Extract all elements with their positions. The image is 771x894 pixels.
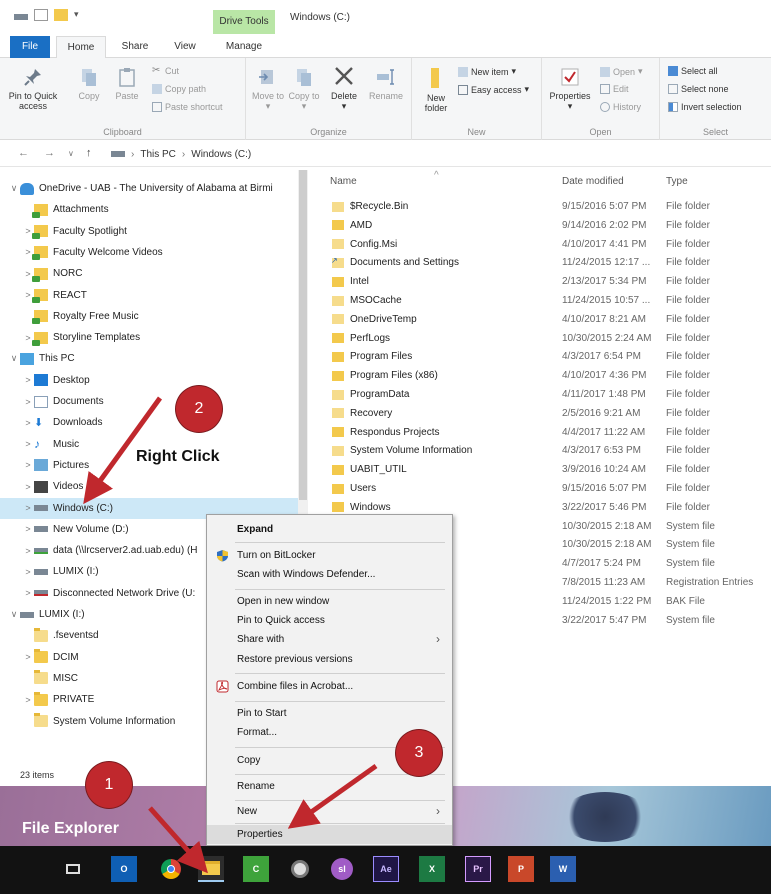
arrow-properties — [287, 763, 378, 829]
file-explorer-note: File Explorer — [22, 820, 119, 837]
step-1-badge: 1 — [86, 762, 132, 808]
right-click-note: Right Click — [136, 448, 220, 465]
annotation-arrows — [83, 396, 378, 874]
arrow-file-explorer — [148, 806, 208, 874]
step-3-badge: 3 — [396, 730, 442, 776]
arrow-right-click — [83, 396, 163, 505]
step-2-badge: 2 — [176, 386, 222, 432]
